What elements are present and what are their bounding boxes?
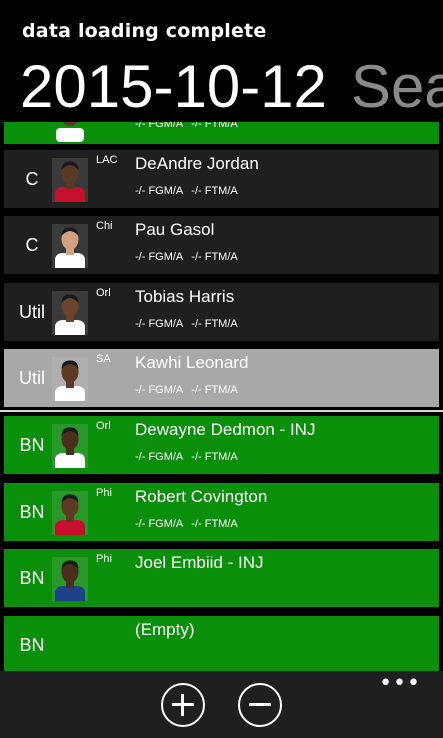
roster-position: C: [25, 235, 39, 255]
player-name: Robert Covington: [135, 487, 268, 506]
team-abbreviation: Orl: [96, 420, 111, 432]
roster-position: BN: [19, 502, 45, 522]
player-avatar: [52, 291, 88, 335]
team-abbreviation: Orl: [96, 287, 111, 299]
roster-row-partial[interactable]: -/- FGM/A -/- FTM/A: [4, 122, 439, 144]
player-stats: -/- FGM/A -/- FTM/A: [135, 451, 238, 463]
player-stats: -/- FGM/A -/- FTM/A: [135, 185, 238, 197]
fgm-stat: -/- FGM/A: [135, 451, 184, 463]
roster-position: BN: [19, 568, 45, 588]
starters-bench-divider: [0, 410, 443, 412]
roster-row[interactable]: Util Orl Tobias Harris -/- FGM/A -/- FTM/A: [4, 283, 439, 341]
ftm-stat: -/- FTM/A: [191, 451, 238, 463]
ftm-stat: -/- FTM/A: [191, 384, 238, 396]
roster-row[interactable]: Util SA Kawhi Leonard -/- FGM/A -/- FTM/A: [4, 349, 439, 407]
player-avatar: [52, 357, 88, 401]
player-name: Tobias Harris: [135, 287, 235, 306]
ftm-stat: -/- FTM/A: [191, 318, 238, 330]
player-avatar: [56, 122, 84, 142]
pivot-header: 2015-10-12 Sea: [20, 52, 443, 122]
roster-position: Util: [19, 302, 45, 322]
player-stats: -/- FGM/A -/- FTM/A: [135, 318, 238, 330]
fgm-stat: -/- FGM/A: [135, 185, 184, 197]
fgm-stat: -/- FGM/A: [135, 318, 184, 330]
roster-row[interactable]: BN Phi Robert Covington -/- FGM/A -/- FTM/A: [4, 483, 439, 541]
player-avatar: [52, 491, 88, 535]
add-player-button[interactable]: [161, 683, 205, 727]
ftm-stat: -/- FTM/A: [191, 122, 238, 130]
player-stats: -/- FGM/A -/- FTM/A: [135, 384, 238, 396]
player-avatar: [52, 424, 88, 468]
roster-row[interactable]: BN (Empty): [4, 616, 439, 671]
player-stats: -/- FGM/A -/- FTM/A: [135, 122, 238, 130]
ftm-stat: -/- FTM/A: [191, 185, 238, 197]
player-avatar: [52, 224, 88, 268]
fgm-stat: -/- FGM/A: [135, 384, 184, 396]
remove-player-button[interactable]: [238, 683, 282, 727]
player-name: (Empty): [135, 620, 195, 639]
roster-position: BN: [19, 435, 45, 455]
fgm-stat: -/- FGM/A: [135, 518, 184, 530]
team-abbreviation: Chi: [96, 220, 113, 232]
roster-row[interactable]: BN Phi Joel Embiid - INJ: [4, 549, 439, 607]
app-bar: •••: [0, 671, 443, 738]
ftm-stat: -/- FTM/A: [191, 251, 238, 263]
roster-position: BN: [19, 635, 45, 655]
status-text: data loading complete: [22, 20, 267, 42]
roster-row[interactable]: C Chi Pau Gasol -/- FGM/A -/- FTM/A: [4, 216, 439, 274]
team-abbreviation: Phi: [96, 487, 112, 499]
team-abbreviation: LAC: [96, 154, 118, 166]
player-name: DeAndre Jordan: [135, 154, 259, 173]
team-abbreviation: SA: [96, 353, 111, 365]
player-stats: -/- FGM/A -/- FTM/A: [135, 518, 238, 530]
team-abbreviation: Phi: [96, 553, 112, 565]
player-name: Pau Gasol: [135, 220, 215, 239]
roster-position: Util: [19, 368, 45, 388]
player-avatar: [52, 557, 88, 601]
roster-position: C: [25, 169, 39, 189]
pivot-item-current-date[interactable]: 2015-10-12: [20, 53, 327, 120]
fgm-stat: -/- FGM/A: [135, 251, 184, 263]
player-avatar: [52, 158, 88, 202]
roster-row[interactable]: BN Orl Dewayne Dedmon - INJ -/- FGM/A -/- FT…: [4, 416, 439, 474]
ftm-stat: -/- FTM/A: [191, 518, 238, 530]
more-options-button[interactable]: •••: [379, 671, 421, 697]
player-name: Dewayne Dedmon - INJ: [135, 420, 316, 439]
roster-row[interactable]: C LAC DeAndre Jordan -/- FGM/A -/- FTM/A: [4, 150, 439, 208]
fgm-stat: -/- FGM/A: [135, 122, 184, 130]
player-stats: -/- FGM/A -/- FTM/A: [135, 251, 238, 263]
pivot-item-next[interactable]: Sea: [351, 53, 443, 120]
player-name: Joel Embiid - INJ: [135, 553, 264, 572]
player-name: Kawhi Leonard: [135, 353, 249, 372]
